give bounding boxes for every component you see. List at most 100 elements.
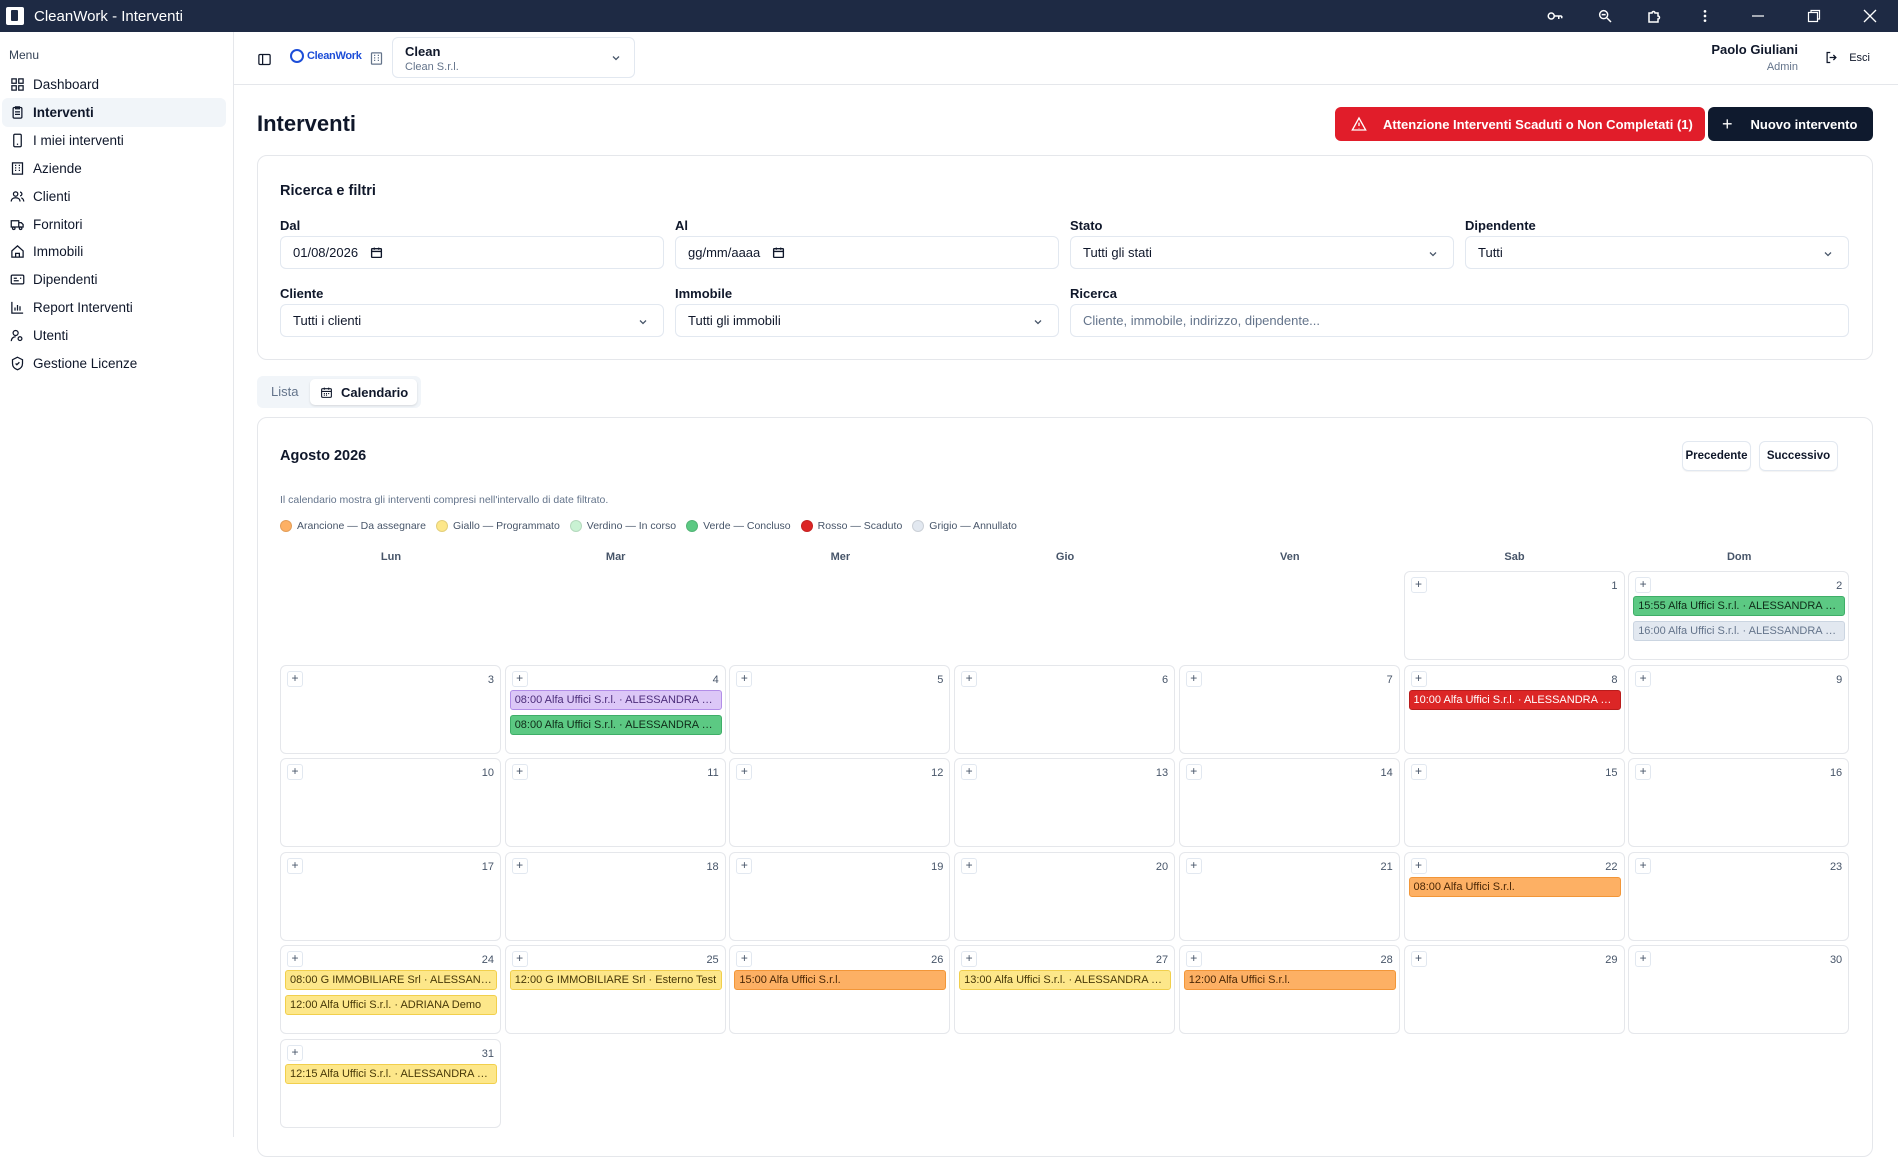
- calendar-day-cell[interactable]: +7: [1178, 664, 1400, 754]
- add-event-button[interactable]: +: [961, 670, 978, 687]
- add-event-button[interactable]: +: [287, 951, 303, 968]
- stato-select[interactable]: Tutti gli stati: [1070, 236, 1454, 269]
- sidebar-item-dashboard[interactable]: Dashboard: [2, 70, 226, 99]
- add-event-button[interactable]: +: [511, 857, 528, 874]
- sidebar-item-utenti[interactable]: Utenti: [2, 321, 226, 350]
- calendar-day-cell[interactable]: +18: [504, 851, 726, 941]
- add-event-button[interactable]: +: [511, 670, 528, 687]
- calendar-day-cell[interactable]: +28 12:00 Alfa Uffici S.r.l.: [1178, 945, 1400, 1035]
- new-intervention-button[interactable]: + Nuovo intervento: [1708, 107, 1873, 141]
- sidebar-item-dipendenti[interactable]: Dipendenti: [2, 265, 226, 294]
- calendar-icon[interactable]: [370, 246, 383, 259]
- add-event-button[interactable]: +: [1635, 951, 1652, 968]
- add-event-button[interactable]: +: [736, 670, 753, 687]
- sidebar-item-report-interventi[interactable]: Report Interventi: [2, 293, 226, 322]
- calendar-event[interactable]: 08:00 Alfa Uffici S.r.l. · ALESSANDRA Pr…: [509, 714, 722, 735]
- dipendente-select[interactable]: Tutti: [1465, 236, 1849, 269]
- sidebar-item-interventi[interactable]: Interventi: [2, 97, 226, 127]
- calendar-event[interactable]: 10:00 Alfa Uffici S.r.l. · ALESSANDRA Pr…: [1408, 689, 1621, 710]
- search-input[interactable]: Cliente, immobile, indirizzo, dipendente…: [1070, 304, 1849, 337]
- add-event-button[interactable]: +: [1185, 951, 1202, 968]
- add-event-button[interactable]: +: [1185, 764, 1202, 781]
- add-event-button[interactable]: +: [961, 764, 978, 781]
- calendar-day-cell[interactable]: +14: [1178, 758, 1400, 848]
- calendar-day-cell[interactable]: +5: [729, 664, 951, 754]
- add-event-button[interactable]: +: [736, 951, 753, 968]
- add-event-button[interactable]: +: [287, 764, 303, 781]
- close-icon[interactable]: [1842, 0, 1898, 32]
- add-event-button[interactable]: +: [961, 951, 978, 968]
- calendar-day-cell[interactable]: +4 08:00 Alfa Uffici S.r.l. · ALESSANDRA …: [504, 664, 726, 754]
- calendar-day-cell[interactable]: +24 08:00 G IMMOBILIARE Srl · ALESSAND...…: [280, 945, 501, 1035]
- more-vertical-icon[interactable]: [1680, 0, 1730, 32]
- prev-month-button[interactable]: Precedente: [1682, 441, 1751, 471]
- tab-calendario[interactable]: Calendario: [310, 379, 417, 405]
- add-event-button[interactable]: +: [736, 764, 753, 781]
- calendar-day-cell[interactable]: +26 15:00 Alfa Uffici S.r.l.: [729, 945, 951, 1035]
- calendar-day-cell[interactable]: +22 08:00 Alfa Uffici S.r.l.: [1403, 851, 1625, 941]
- calendar-event[interactable]: 12:00 Alfa Uffici S.r.l. · ADRIANA Demo: [285, 995, 497, 1016]
- calendar-day-cell[interactable]: +11: [504, 758, 726, 848]
- calendar-day-cell[interactable]: +6: [954, 664, 1176, 754]
- minimize-icon[interactable]: [1730, 0, 1786, 32]
- calendar-event[interactable]: 13:00 Alfa Uffici S.r.l. · ALESSANDRA Pr…: [959, 970, 1172, 991]
- extensions-icon[interactable]: [1630, 0, 1680, 32]
- calendar-day-cell[interactable]: +17: [280, 851, 501, 941]
- zoom-icon[interactable]: [1580, 0, 1630, 32]
- sidebar-toggle-icon[interactable]: [254, 49, 274, 69]
- al-date-input[interactable]: gg/mm/aaaa: [675, 236, 1059, 269]
- sidebar-item-clienti[interactable]: Clienti: [2, 182, 226, 211]
- calendar-icon[interactable]: [772, 246, 785, 259]
- calendar-event[interactable]: 12:00 Alfa Uffici S.r.l.: [1183, 970, 1396, 991]
- add-event-button[interactable]: +: [961, 857, 978, 874]
- dal-date-input[interactable]: 01/08/2026: [280, 236, 664, 269]
- key-icon[interactable]: [1530, 0, 1580, 32]
- calendar-day-cell[interactable]: +31 12:15 Alfa Uffici S.r.l. · ALESSANDRA…: [280, 1039, 501, 1128]
- overdue-alert-button[interactable]: Attenzione Interventi Scaduti o Non Comp…: [1335, 107, 1705, 141]
- calendar-event[interactable]: 08:00 G IMMOBILIARE Srl · ALESSAND...: [285, 970, 497, 991]
- immobile-select[interactable]: Tutti gli immobili: [675, 304, 1059, 337]
- add-event-button[interactable]: +: [287, 857, 303, 874]
- add-event-button[interactable]: +: [287, 1045, 303, 1061]
- calendar-event[interactable]: 15:00 Alfa Uffici S.r.l.: [734, 970, 947, 991]
- calendar-day-cell[interactable]: +10: [280, 758, 501, 848]
- calendar-day-cell[interactable]: +30: [1628, 945, 1850, 1035]
- sidebar-item-immobili[interactable]: Immobili: [2, 237, 226, 266]
- calendar-day-cell[interactable]: +23: [1628, 851, 1850, 941]
- add-event-button[interactable]: +: [511, 764, 528, 781]
- calendar-event[interactable]: 15:55 Alfa Uffici S.r.l. · ALESSANDRA Pr…: [1633, 596, 1846, 616]
- calendar-day-cell[interactable]: +1: [1403, 571, 1625, 660]
- add-event-button[interactable]: +: [1410, 857, 1427, 874]
- add-event-button[interactable]: +: [1410, 764, 1427, 781]
- cliente-select[interactable]: Tutti i clienti: [280, 304, 664, 337]
- calendar-day-cell[interactable]: +13: [954, 758, 1176, 848]
- calendar-day-cell[interactable]: +20: [954, 851, 1176, 941]
- sidebar-item-aziende[interactable]: Aziende: [2, 154, 226, 183]
- company-select[interactable]: Clean Clean S.r.l.: [392, 37, 635, 78]
- add-event-button[interactable]: +: [1185, 857, 1202, 874]
- calendar-day-cell[interactable]: +21: [1178, 851, 1400, 941]
- calendar-day-cell[interactable]: +12: [729, 758, 951, 848]
- calendar-day-cell[interactable]: +29: [1403, 945, 1625, 1035]
- calendar-day-cell[interactable]: +25 12:00 G IMMOBILIARE Srl · Esterno Tes…: [504, 945, 726, 1035]
- next-month-button[interactable]: Successivo: [1759, 441, 1838, 471]
- calendar-day-cell[interactable]: +3: [280, 664, 501, 754]
- add-event-button[interactable]: +: [1635, 857, 1652, 874]
- add-event-button[interactable]: +: [1635, 577, 1652, 593]
- add-event-button[interactable]: +: [736, 857, 753, 874]
- sidebar-item-i-miei-interventi[interactable]: I miei interventi: [2, 126, 226, 155]
- calendar-day-cell[interactable]: +15: [1403, 758, 1625, 848]
- sidebar-item-fornitori[interactable]: Fornitori: [2, 210, 226, 239]
- calendar-day-cell[interactable]: +27 13:00 Alfa Uffici S.r.l. · ALESSANDRA…: [954, 945, 1176, 1035]
- calendar-day-cell[interactable]: +16: [1628, 758, 1850, 848]
- add-event-button[interactable]: +: [1635, 764, 1652, 781]
- logout-button[interactable]: Esci: [1824, 50, 1870, 65]
- add-event-button[interactable]: +: [287, 670, 303, 687]
- add-event-button[interactable]: +: [1410, 951, 1427, 968]
- calendar-day-cell[interactable]: +2 15:55 Alfa Uffici S.r.l. · ALESSANDRA …: [1628, 571, 1850, 660]
- calendar-day-cell[interactable]: +19: [729, 851, 951, 941]
- calendar-event[interactable]: 08:00 Alfa Uffici S.r.l.: [1408, 876, 1621, 897]
- add-event-button[interactable]: +: [511, 951, 528, 968]
- restore-icon[interactable]: [1786, 0, 1842, 32]
- tab-lista[interactable]: Lista: [271, 384, 298, 399]
